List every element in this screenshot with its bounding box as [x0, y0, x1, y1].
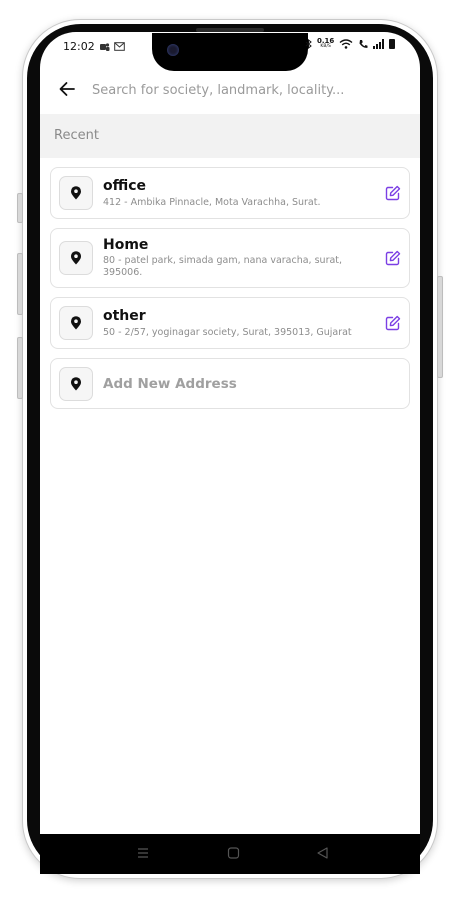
- call-icon: [359, 40, 368, 48]
- location-pin-box: [59, 306, 93, 340]
- address-title: Home: [103, 237, 149, 253]
- address-subtitle: 80 - patel park, simada gam, nana varach…: [103, 255, 343, 278]
- nav-home-icon[interactable]: [227, 846, 240, 860]
- edit-icon[interactable]: [385, 315, 401, 331]
- network-speed-unit: KB/S: [320, 44, 331, 49]
- address-card-office[interactable]: office 412 - Ambika Pinnacle, Mota Varac…: [50, 167, 410, 219]
- address-title: office: [103, 178, 147, 194]
- address-card-home[interactable]: Home 80 - patel park, simada gam, nana v…: [50, 228, 410, 288]
- section-label: Recent: [54, 128, 99, 143]
- network-speed: 0.16 KB/S: [317, 38, 334, 50]
- battery-icon: [389, 39, 396, 49]
- back-arrow-icon[interactable]: [58, 80, 76, 98]
- location-pin-box: [59, 241, 93, 275]
- status-time: 12:02: [63, 40, 95, 53]
- address-title: other: [103, 308, 146, 324]
- status-bar-left: 12:02: [63, 40, 125, 53]
- side-button: [17, 193, 23, 223]
- edit-icon[interactable]: [385, 250, 401, 266]
- edit-icon[interactable]: [385, 185, 401, 201]
- power-button: [437, 276, 443, 378]
- nav-back-icon[interactable]: [316, 846, 329, 860]
- location-pin-icon: [71, 186, 81, 200]
- system-nav-bar: [40, 834, 420, 874]
- speaker-grille: [196, 28, 264, 32]
- status-bar-right: 0.16 KB/S: [305, 38, 396, 50]
- signal-icon: [373, 39, 385, 49]
- bluetooth-icon: [305, 39, 312, 49]
- location-pin-icon: [71, 251, 81, 265]
- address-subtitle: 412 - Ambika Pinnacle, Mota Varachha, Su…: [103, 197, 321, 208]
- add-address-button[interactable]: Add New Address: [50, 358, 410, 409]
- volume-down-button: [17, 337, 23, 399]
- add-address-label: Add New Address: [103, 376, 237, 392]
- search-input[interactable]: [90, 78, 394, 102]
- location-pin-box: [59, 367, 93, 401]
- wifi-icon: [339, 39, 353, 49]
- recent-section-header: Recent: [40, 114, 420, 158]
- address-card-other[interactable]: other 50 - 2/57, yoginagar society, Sura…: [50, 297, 410, 349]
- location-pin-icon: [71, 377, 81, 391]
- location-pin-icon: [71, 316, 81, 330]
- camera-icon: [167, 44, 179, 56]
- mail-notification-icon: [113, 42, 125, 51]
- address-subtitle: 50 - 2/57, yoginagar society, Surat, 395…: [103, 327, 352, 338]
- location-pin-box: [59, 176, 93, 210]
- search-header: [40, 66, 420, 112]
- volume-up-button: [17, 253, 23, 315]
- teams-notification-icon: [99, 42, 110, 51]
- nav-menu-icon[interactable]: [137, 846, 149, 860]
